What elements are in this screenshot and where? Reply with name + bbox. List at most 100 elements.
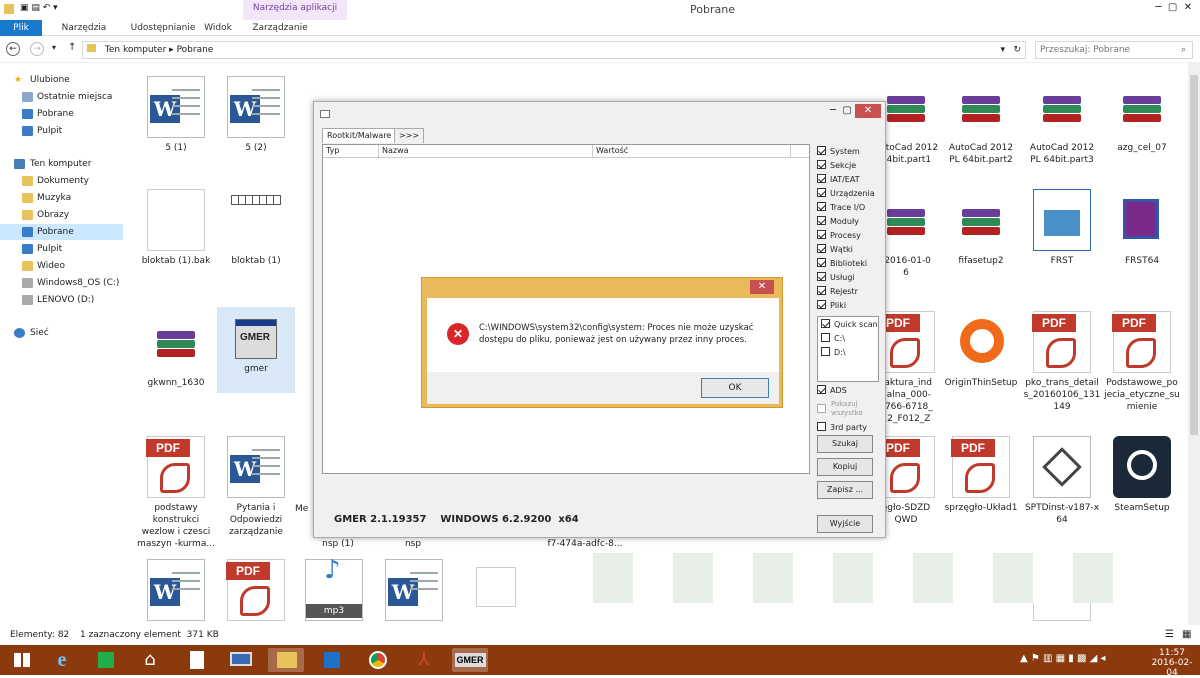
checkbox[interactable] <box>817 230 826 239</box>
start-button[interactable] <box>4 648 40 672</box>
file-item[interactable]: W 5 (1) <box>137 68 215 154</box>
option-system[interactable]: System <box>817 146 860 159</box>
file-item[interactable]: PDF pko_trans_detail s_20160106_131 149 <box>1023 303 1101 413</box>
dialog-close-button[interactable]: ✕ <box>750 280 774 294</box>
option-processes[interactable]: Procesy <box>817 230 861 243</box>
vertical-scrollbar[interactable] <box>1188 63 1200 625</box>
up-button[interactable]: ↑ <box>68 42 76 53</box>
option-ads[interactable]: ADS <box>817 385 847 398</box>
file-item[interactable]: W 5 (2) <box>217 68 295 154</box>
file-item[interactable]: W <box>137 551 215 625</box>
checkbox[interactable] <box>817 404 826 413</box>
file-item[interactable] <box>457 551 535 611</box>
column-type[interactable]: Typ <box>323 145 379 158</box>
checkbox[interactable] <box>817 174 826 183</box>
sidebar-item-favorites[interactable]: ★ Ulubione <box>0 72 123 88</box>
file-icon[interactable] <box>178 648 214 672</box>
acrobat-icon[interactable]: ⅄ <box>406 648 442 672</box>
option-devices[interactable]: Urządzenia <box>817 188 875 201</box>
system-tray[interactable]: ▲ ⚑ ▥ ▦ ▮ ▩ ◢ ◂ <box>1020 653 1105 664</box>
sidebar-item-recent[interactable]: Ostatnie miejsca <box>0 89 123 105</box>
checkbox[interactable] <box>817 422 826 431</box>
file-item[interactable]: azg_cel_07 <box>1103 68 1181 154</box>
column-value[interactable]: Wartość <box>593 145 791 158</box>
tab-rootkit-malware[interactable]: Rootkit/Malware <box>322 128 397 143</box>
quick-access-toolbar[interactable]: ▣ ▤ ↶ ▾ <box>20 3 80 15</box>
file-item[interactable]: bloktab (1).bak <box>137 181 215 267</box>
option-iat-eat[interactable]: IAT/EAT <box>817 174 860 187</box>
sidebar-item-downloads[interactable]: Pobrane <box>0 224 123 240</box>
checkbox[interactable] <box>817 272 826 281</box>
file-item[interactable]: PDF sprzęgło-Układ1 <box>942 428 1020 514</box>
scrollbar-thumb[interactable] <box>1190 75 1198 435</box>
checkbox[interactable] <box>817 160 826 169</box>
recent-dropdown-icon[interactable]: ▾ <box>52 43 56 52</box>
option-drive-c[interactable]: C:\ <box>821 333 845 346</box>
option-drive-d[interactable]: D:\ <box>821 347 846 360</box>
file-item[interactable]: SPTDinst-v187-x 64 <box>1023 428 1101 526</box>
sidebar-item-drive-d[interactable]: LENOVO (D:) <box>0 292 123 308</box>
app-icon[interactable] <box>314 648 350 672</box>
file-item[interactable]: PDF Podstawowe_po jecia_etyczne_su mienie <box>1103 303 1181 413</box>
chrome-icon[interactable] <box>360 648 396 672</box>
checkbox[interactable] <box>817 258 826 267</box>
breadcrumb-downloads[interactable]: Pobrane <box>177 45 214 55</box>
file-item[interactable]: gkwnn_1630 <box>137 303 215 389</box>
save-button[interactable]: Zapisz ... <box>817 481 873 499</box>
checkbox[interactable] <box>817 300 826 309</box>
file-item[interactable]: ♪ mp3 <box>295 551 373 625</box>
sidebar-item-downloads-fav[interactable]: Pobrane <box>0 106 123 122</box>
sidebar-item-documents[interactable]: Dokumenty <box>0 173 123 189</box>
internet-explorer-icon[interactable]: e <box>44 648 80 672</box>
file-explorer-icon[interactable] <box>268 648 304 672</box>
tab-home[interactable]: Narzędzia główne <box>46 20 122 49</box>
file-item[interactable]: fifasetup2 <box>942 181 1020 267</box>
copy-button[interactable]: Kopiuj <box>817 458 873 476</box>
checkbox[interactable] <box>817 188 826 197</box>
exit-button[interactable]: Wyjście <box>817 515 873 533</box>
option-libraries[interactable]: Biblioteki <box>817 258 867 271</box>
computer-icon[interactable] <box>222 648 258 672</box>
checkbox[interactable] <box>817 244 826 253</box>
sidebar-item-network[interactable]: Sieć <box>0 325 123 341</box>
option-modules[interactable]: Moduły <box>817 216 859 229</box>
file-item[interactable]: FRST64 <box>1103 181 1181 267</box>
address-box[interactable]: Ten komputer ▸ Pobrane ▾ ↻ <box>82 41 1026 59</box>
sidebar-item-pictures[interactable]: Obrazy <box>0 207 123 223</box>
file-item[interactable]: AutoCad 2012 PL 64bit.part2 <box>942 68 1020 166</box>
checkbox[interactable] <box>817 202 826 211</box>
file-item[interactable]: SteamSetup <box>1103 428 1181 514</box>
sidebar-item-drive-c[interactable]: Windows8_OS (C:) <box>0 275 123 291</box>
tab-share[interactable]: Udostępnianie <box>130 20 196 36</box>
sidebar-item-music[interactable]: Muzyka <box>0 190 123 206</box>
option-show-all[interactable]: Pokazuj wszystko <box>817 400 879 420</box>
sidebar-item-this-pc[interactable]: Ten komputer <box>0 156 123 172</box>
ok-button[interactable]: OK <box>701 378 769 398</box>
large-icons-view-icon[interactable]: ▦ <box>1182 625 1191 645</box>
option-trace-io[interactable]: Trace I/O <box>817 202 865 215</box>
option-services[interactable]: Usługi <box>817 272 855 285</box>
back-button[interactable]: ← <box>6 42 20 56</box>
search-icon[interactable]: ⌕ <box>1181 42 1186 58</box>
file-item[interactable]: PDF <box>217 551 295 625</box>
tab-view[interactable]: Widok <box>200 20 236 36</box>
sidebar-item-desktop[interactable]: Pulpit <box>0 241 123 257</box>
tab-manage[interactable]: Zarządzanie <box>250 20 310 36</box>
option-threads[interactable]: Wątki <box>817 244 853 257</box>
window-controls[interactable]: ─ ▢ ✕ <box>1120 0 1200 18</box>
clock[interactable]: 11:57 2016-02-04 <box>1150 648 1194 678</box>
forward-button[interactable]: → <box>30 42 44 56</box>
option-sections[interactable]: Sekcje <box>817 160 856 173</box>
checkbox[interactable] <box>817 216 826 225</box>
option-third-party[interactable]: 3rd party <box>817 422 867 435</box>
refresh-icon[interactable]: ↻ <box>1013 42 1021 58</box>
store-icon[interactable] <box>88 648 124 672</box>
sidebar-item-desktop-fav[interactable]: Pulpit <box>0 123 123 139</box>
address-dropdown-icon[interactable]: ▾ <box>1000 42 1005 58</box>
checkbox[interactable] <box>817 385 826 394</box>
tab-file[interactable]: Plik <box>0 20 42 36</box>
gmer-window-controls[interactable]: ─ ▢ ✕ <box>811 104 881 120</box>
checkbox[interactable] <box>821 319 830 328</box>
option-quick-scan[interactable]: Quick scan <box>821 319 878 332</box>
file-item-selected[interactable]: GMER gmer <box>217 307 295 393</box>
